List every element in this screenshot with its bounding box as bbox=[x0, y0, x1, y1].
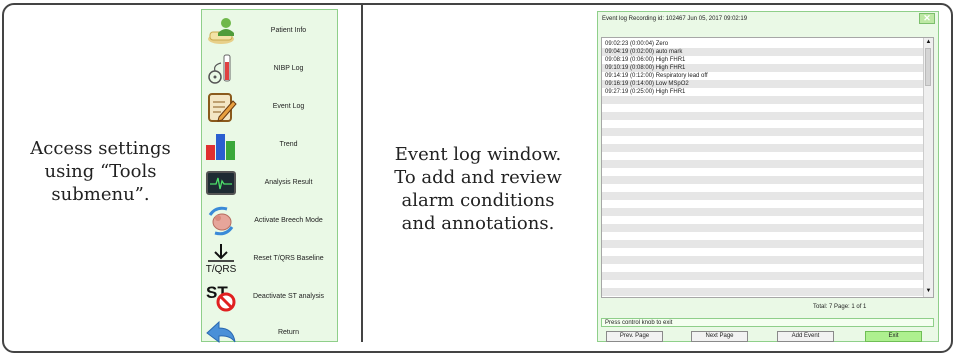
menu-item-label: Return bbox=[277, 329, 299, 336]
event-list[interactable]: 09:02:23 (0:00:04) Zero 09:04:19 (0:02:0… bbox=[601, 37, 934, 298]
event-row[interactable]: 09:02:23 (0:00:04) Zero bbox=[602, 40, 924, 48]
patient-info-icon bbox=[205, 15, 237, 47]
caption-line: To add and review bbox=[394, 167, 562, 188]
menu-item-activate-breech-mode[interactable]: Activate Breech Mode bbox=[202, 202, 339, 240]
event-row[interactable]: 09:16:19 (0:14:00) Low MSpO2 bbox=[602, 80, 924, 88]
menu-item-reset-tqrs-baseline[interactable]: T/QRS Reset T/QRS Baseline bbox=[202, 240, 339, 278]
analysis-result-icon bbox=[205, 167, 237, 199]
empty-row bbox=[602, 232, 924, 240]
total-page-info: Total: 7 Page: 1 of 1 bbox=[813, 304, 867, 310]
empty-row bbox=[602, 152, 924, 160]
exit-button[interactable]: Exit bbox=[865, 331, 922, 342]
add-event-button[interactable]: Add Event bbox=[777, 331, 834, 342]
event-row[interactable]: 09:08:19 (0:06:00) High FHR1 bbox=[602, 56, 924, 64]
empty-row bbox=[602, 240, 924, 248]
event-row[interactable]: 09:10:19 (0:08:00) High FHR1 bbox=[602, 64, 924, 72]
empty-row bbox=[602, 184, 924, 192]
return-arrow-icon bbox=[205, 317, 237, 349]
scroll-down-icon[interactable]: ▼ bbox=[925, 288, 932, 295]
empty-row bbox=[602, 160, 924, 168]
scroll-up-icon[interactable]: ▲ bbox=[925, 39, 932, 46]
left-caption: Access settings using “Tools submenu”. bbox=[18, 137, 183, 206]
menu-item-label: Reset T/QRS Baseline bbox=[253, 255, 324, 262]
empty-row bbox=[602, 288, 924, 296]
caption-line: and annotations. bbox=[401, 213, 555, 234]
empty-row bbox=[602, 216, 924, 224]
tqrs-icon-text: T/QRS bbox=[206, 264, 237, 275]
menu-item-return[interactable]: Return bbox=[202, 314, 339, 352]
list-scrollbar[interactable]: ▲ ▼ bbox=[923, 38, 933, 297]
menu-item-label: Activate Breech Mode bbox=[254, 217, 323, 224]
empty-row bbox=[602, 104, 924, 112]
trend-icon bbox=[205, 129, 237, 161]
menu-item-label: Event Log bbox=[272, 103, 305, 110]
frame-divider bbox=[361, 4, 363, 342]
menu-item-deactivate-st-analysis[interactable]: ST Deactivate ST analysis bbox=[202, 278, 339, 316]
empty-row bbox=[602, 128, 924, 136]
empty-row bbox=[602, 136, 924, 144]
empty-row bbox=[602, 168, 924, 176]
menu-item-label: Trend bbox=[279, 141, 298, 148]
menu-item-event-log[interactable]: Event Log bbox=[202, 88, 339, 126]
event-log-window: Event log Recording id: 102467 Jun 05, 2… bbox=[597, 11, 939, 342]
empty-row bbox=[602, 256, 924, 264]
scroll-thumb[interactable] bbox=[925, 48, 931, 86]
menu-item-analysis-result[interactable]: Analysis Result bbox=[202, 164, 339, 202]
breech-mode-icon bbox=[205, 205, 237, 237]
prev-page-button[interactable]: Prev. Page bbox=[606, 331, 663, 342]
menu-item-label: NIBP Log bbox=[273, 65, 304, 72]
event-row[interactable]: 09:04:19 (0:02:00) auto mark bbox=[602, 48, 924, 56]
middle-caption: Event log window. To add and review alar… bbox=[378, 143, 578, 235]
caption-line: Event log window. bbox=[394, 144, 562, 165]
menu-item-nibp-log[interactable]: NIBP Log bbox=[202, 50, 339, 88]
menu-item-trend[interactable]: Trend bbox=[202, 126, 339, 164]
event-row[interactable]: 09:14:19 (0:12:00) Respiratory lead off bbox=[602, 72, 924, 80]
menu-item-label: Patient Info bbox=[270, 27, 307, 34]
caption-line: alarm conditions bbox=[401, 190, 555, 211]
empty-row bbox=[602, 96, 924, 104]
tqrs-baseline-icon: T/QRS bbox=[205, 243, 237, 275]
empty-row bbox=[602, 280, 924, 288]
empty-row bbox=[602, 176, 924, 184]
empty-row bbox=[602, 112, 924, 120]
empty-row bbox=[602, 192, 924, 200]
empty-row bbox=[602, 208, 924, 216]
status-bar: Press control knob to exit bbox=[601, 318, 934, 327]
empty-row bbox=[602, 200, 924, 208]
caption-line: Access settings bbox=[30, 138, 171, 159]
empty-row bbox=[602, 264, 924, 272]
event-log-icon bbox=[205, 91, 237, 123]
event-row[interactable]: 09:27:19 (0:25:00) High FHR1 bbox=[602, 88, 924, 96]
caption-line: using “Tools bbox=[44, 161, 157, 182]
menu-item-patient-info[interactable]: Patient Info bbox=[202, 12, 339, 50]
menu-item-label: Deactivate ST analysis bbox=[252, 293, 325, 300]
tools-submenu: Patient Info NIBP Log Event Log Trend An… bbox=[201, 9, 339, 343]
event-log-title: Event log Recording id: 102467 Jun 05, 2… bbox=[602, 16, 748, 22]
empty-row bbox=[602, 248, 924, 256]
caption-line: submenu”. bbox=[51, 184, 150, 205]
menu-item-label: Analysis Result bbox=[264, 179, 313, 186]
empty-row bbox=[602, 120, 924, 128]
next-page-button[interactable]: Next Page bbox=[691, 331, 748, 342]
empty-row bbox=[602, 272, 924, 280]
close-icon: ✕ bbox=[923, 13, 931, 23]
st-analysis-icon: ST bbox=[205, 281, 237, 313]
close-button[interactable]: ✕ bbox=[919, 13, 935, 24]
empty-row bbox=[602, 224, 924, 232]
empty-row bbox=[602, 144, 924, 152]
nibp-log-icon bbox=[205, 53, 237, 85]
